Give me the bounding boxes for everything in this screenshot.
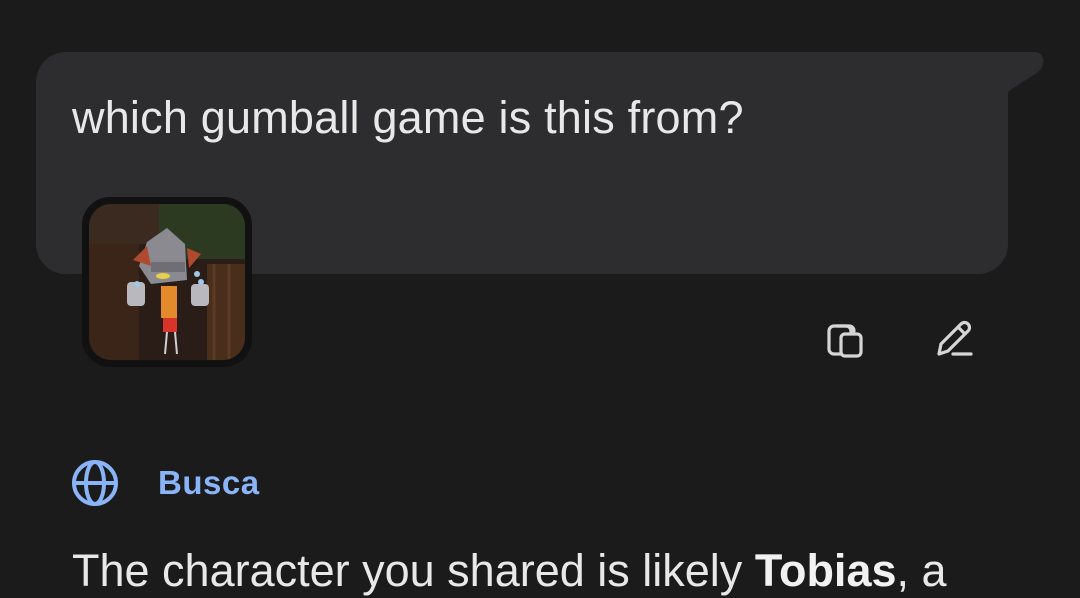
globe-icon [72,460,118,506]
copy-button[interactable] [815,308,875,368]
bubble-tail [1000,52,1044,92]
attached-image-thumbnail[interactable] [82,197,252,367]
edit-pencil-icon [937,320,973,356]
source-label: Busca [158,464,260,501]
response-text: The character you shared is likely Tobia… [72,545,947,596]
attached-image [89,204,245,360]
chat-screen: which gumball game is this from? Busca T… [0,0,1080,598]
response-bold-name: Tobias [754,545,897,596]
response-source[interactable]: Busca [70,456,260,510]
edit-button[interactable] [923,308,983,368]
copy-icon [827,324,863,358]
user-message-text: which gumball game is this from? [72,92,744,143]
